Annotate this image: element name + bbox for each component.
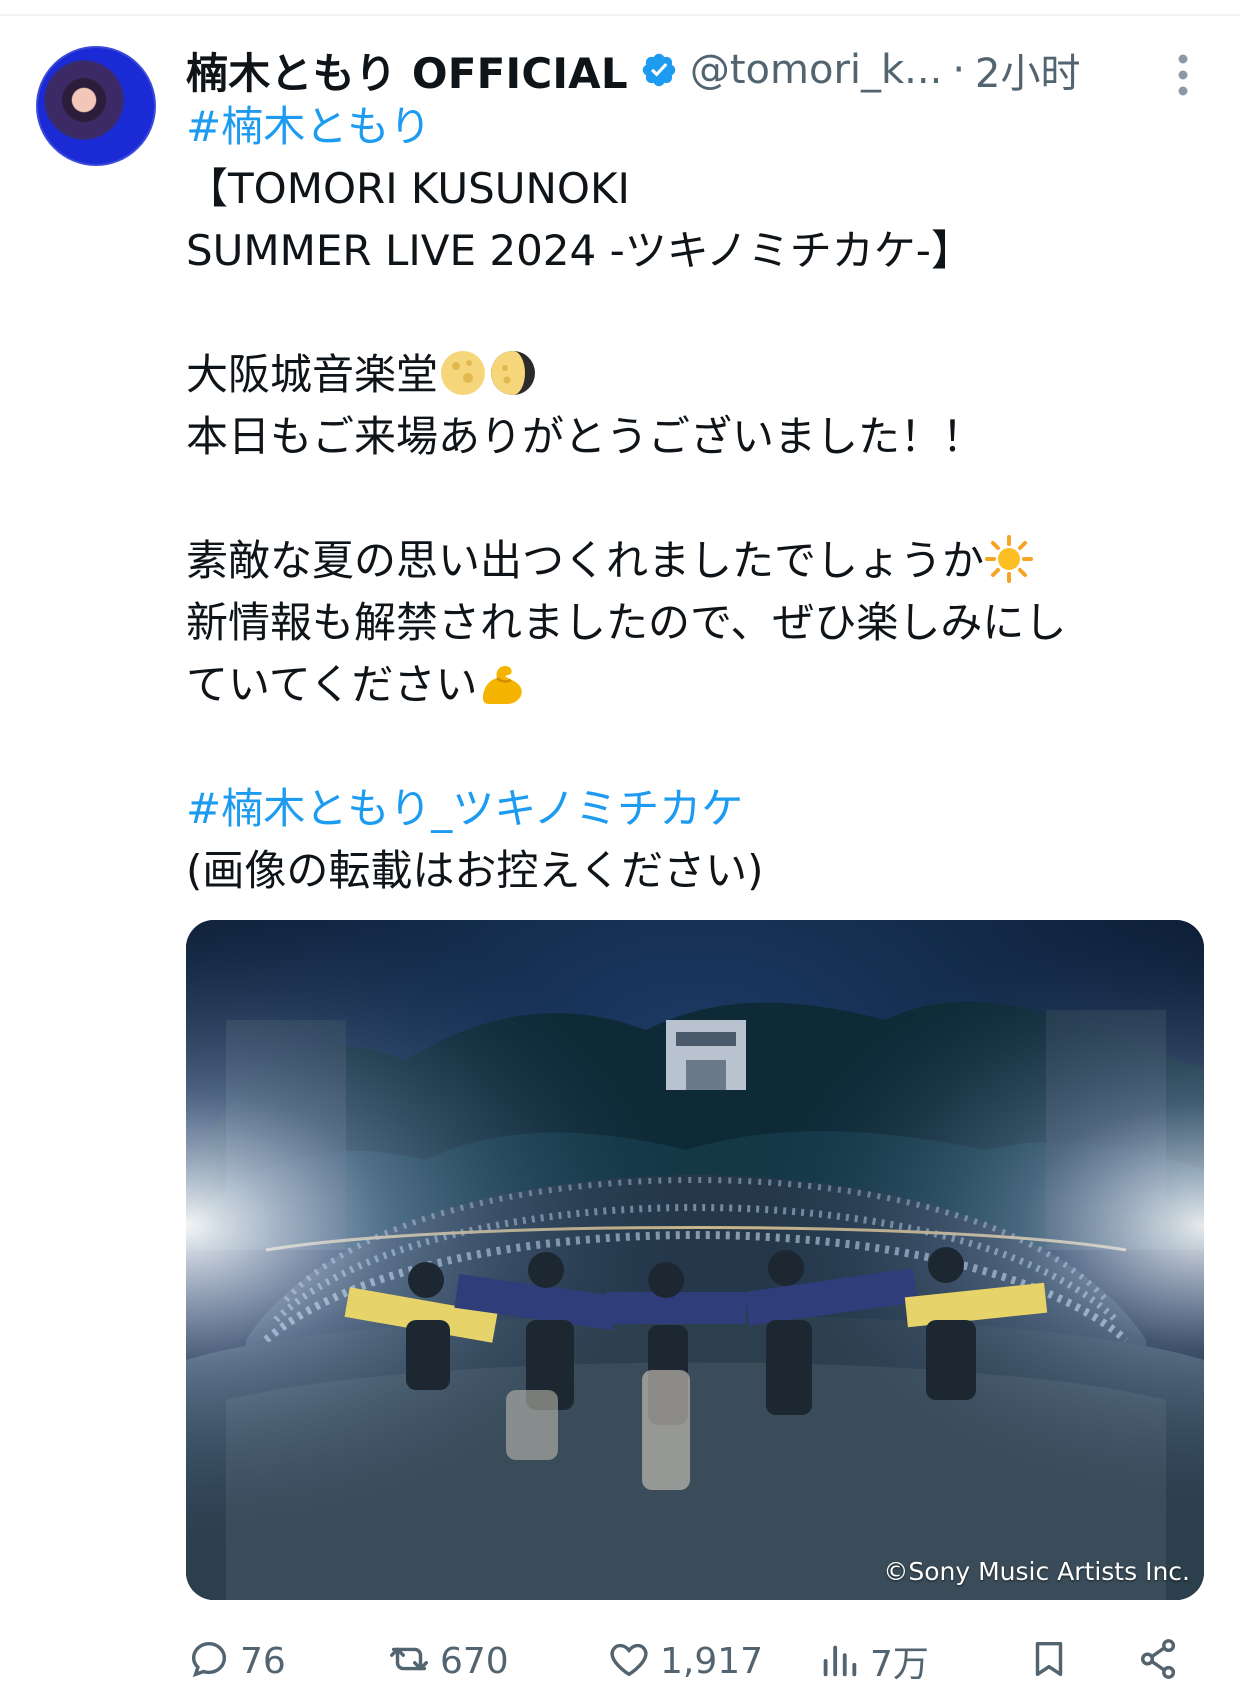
post-line: 【TOMORI KUSUNOKI bbox=[186, 164, 630, 213]
reply-icon bbox=[186, 1636, 232, 1686]
more-options-icon[interactable] bbox=[1168, 48, 1198, 102]
sun-emoji-icon bbox=[984, 534, 1034, 584]
post-line-with-flex: ていてください bbox=[186, 654, 1196, 716]
repost-count: 670 bbox=[440, 1640, 509, 1682]
post-line: 本日もご来場ありがとうございました！！ bbox=[186, 412, 985, 461]
author-handle[interactable]: @tomori_k... bbox=[690, 47, 942, 93]
reply-count: 76 bbox=[240, 1640, 286, 1682]
repost-button[interactable]: 670 bbox=[386, 1636, 509, 1686]
flexed-biceps-emoji-icon bbox=[477, 658, 527, 708]
bookmark-icon bbox=[1026, 1636, 1072, 1686]
heart-icon bbox=[606, 1636, 652, 1686]
reply-button[interactable]: 76 bbox=[186, 1636, 286, 1686]
post-time[interactable]: 2小时 bbox=[975, 41, 1080, 99]
image-credit: ©Sony Music Artists Inc. bbox=[883, 1557, 1190, 1586]
waning-crescent-moon-emoji-icon bbox=[488, 348, 538, 398]
views-button[interactable]: 7万 bbox=[816, 1636, 929, 1686]
like-count: 1,917 bbox=[660, 1640, 764, 1682]
concert-photo bbox=[186, 920, 1204, 1600]
post-line: ていてください bbox=[186, 660, 478, 709]
hashtag-link[interactable]: #楠木ともり bbox=[186, 96, 1196, 158]
post-line-with-sun: 素敵な夏の思い出つくれましたでしょうか bbox=[186, 530, 1196, 592]
post-line: 新情報も解禁されましたので、ぜひ楽しみにし bbox=[186, 598, 1067, 647]
views-count: 7万 bbox=[870, 1644, 929, 1685]
post-image[interactable]: ©Sony Music Artists Inc. bbox=[186, 920, 1204, 1600]
hashtag-link[interactable]: #楠木ともり_ツキノミチカケ bbox=[186, 778, 1196, 840]
share-icon bbox=[1136, 1636, 1182, 1686]
post-line: 大阪城音楽堂 bbox=[186, 350, 439, 399]
like-button[interactable]: 1,917 bbox=[606, 1636, 763, 1686]
post-line: SUMMER LIVE 2024 -ツキノミチカケ-】 bbox=[186, 226, 973, 275]
top-divider bbox=[0, 14, 1240, 16]
action-bar: 76 670 1,917 7万 bbox=[186, 1636, 1196, 1686]
views-chart-icon bbox=[816, 1636, 862, 1686]
share-button[interactable] bbox=[1136, 1636, 1182, 1686]
post-header: 楠木ともり OFFICIAL @tomori_k... · 2小时 bbox=[186, 40, 1176, 100]
bookmark-button[interactable] bbox=[1026, 1636, 1072, 1686]
post-note: (画像の転載はお控えください) bbox=[186, 846, 764, 895]
author-name[interactable]: 楠木ともり OFFICIAL bbox=[186, 40, 628, 101]
separator-dot: · bbox=[952, 47, 966, 93]
verified-badge-icon bbox=[640, 51, 678, 89]
avatar[interactable] bbox=[36, 46, 156, 166]
post-text: #楠木ともり 【TOMORI KUSUNOKI SUMMER LIVE 2024… bbox=[186, 96, 1196, 902]
repost-icon bbox=[386, 1636, 432, 1686]
post-line: 素敵な夏の思い出つくれましたでしょうか bbox=[186, 536, 985, 585]
post-line-with-moons: 大阪城音楽堂 bbox=[186, 344, 1196, 406]
full-moon-emoji-icon bbox=[438, 348, 488, 398]
